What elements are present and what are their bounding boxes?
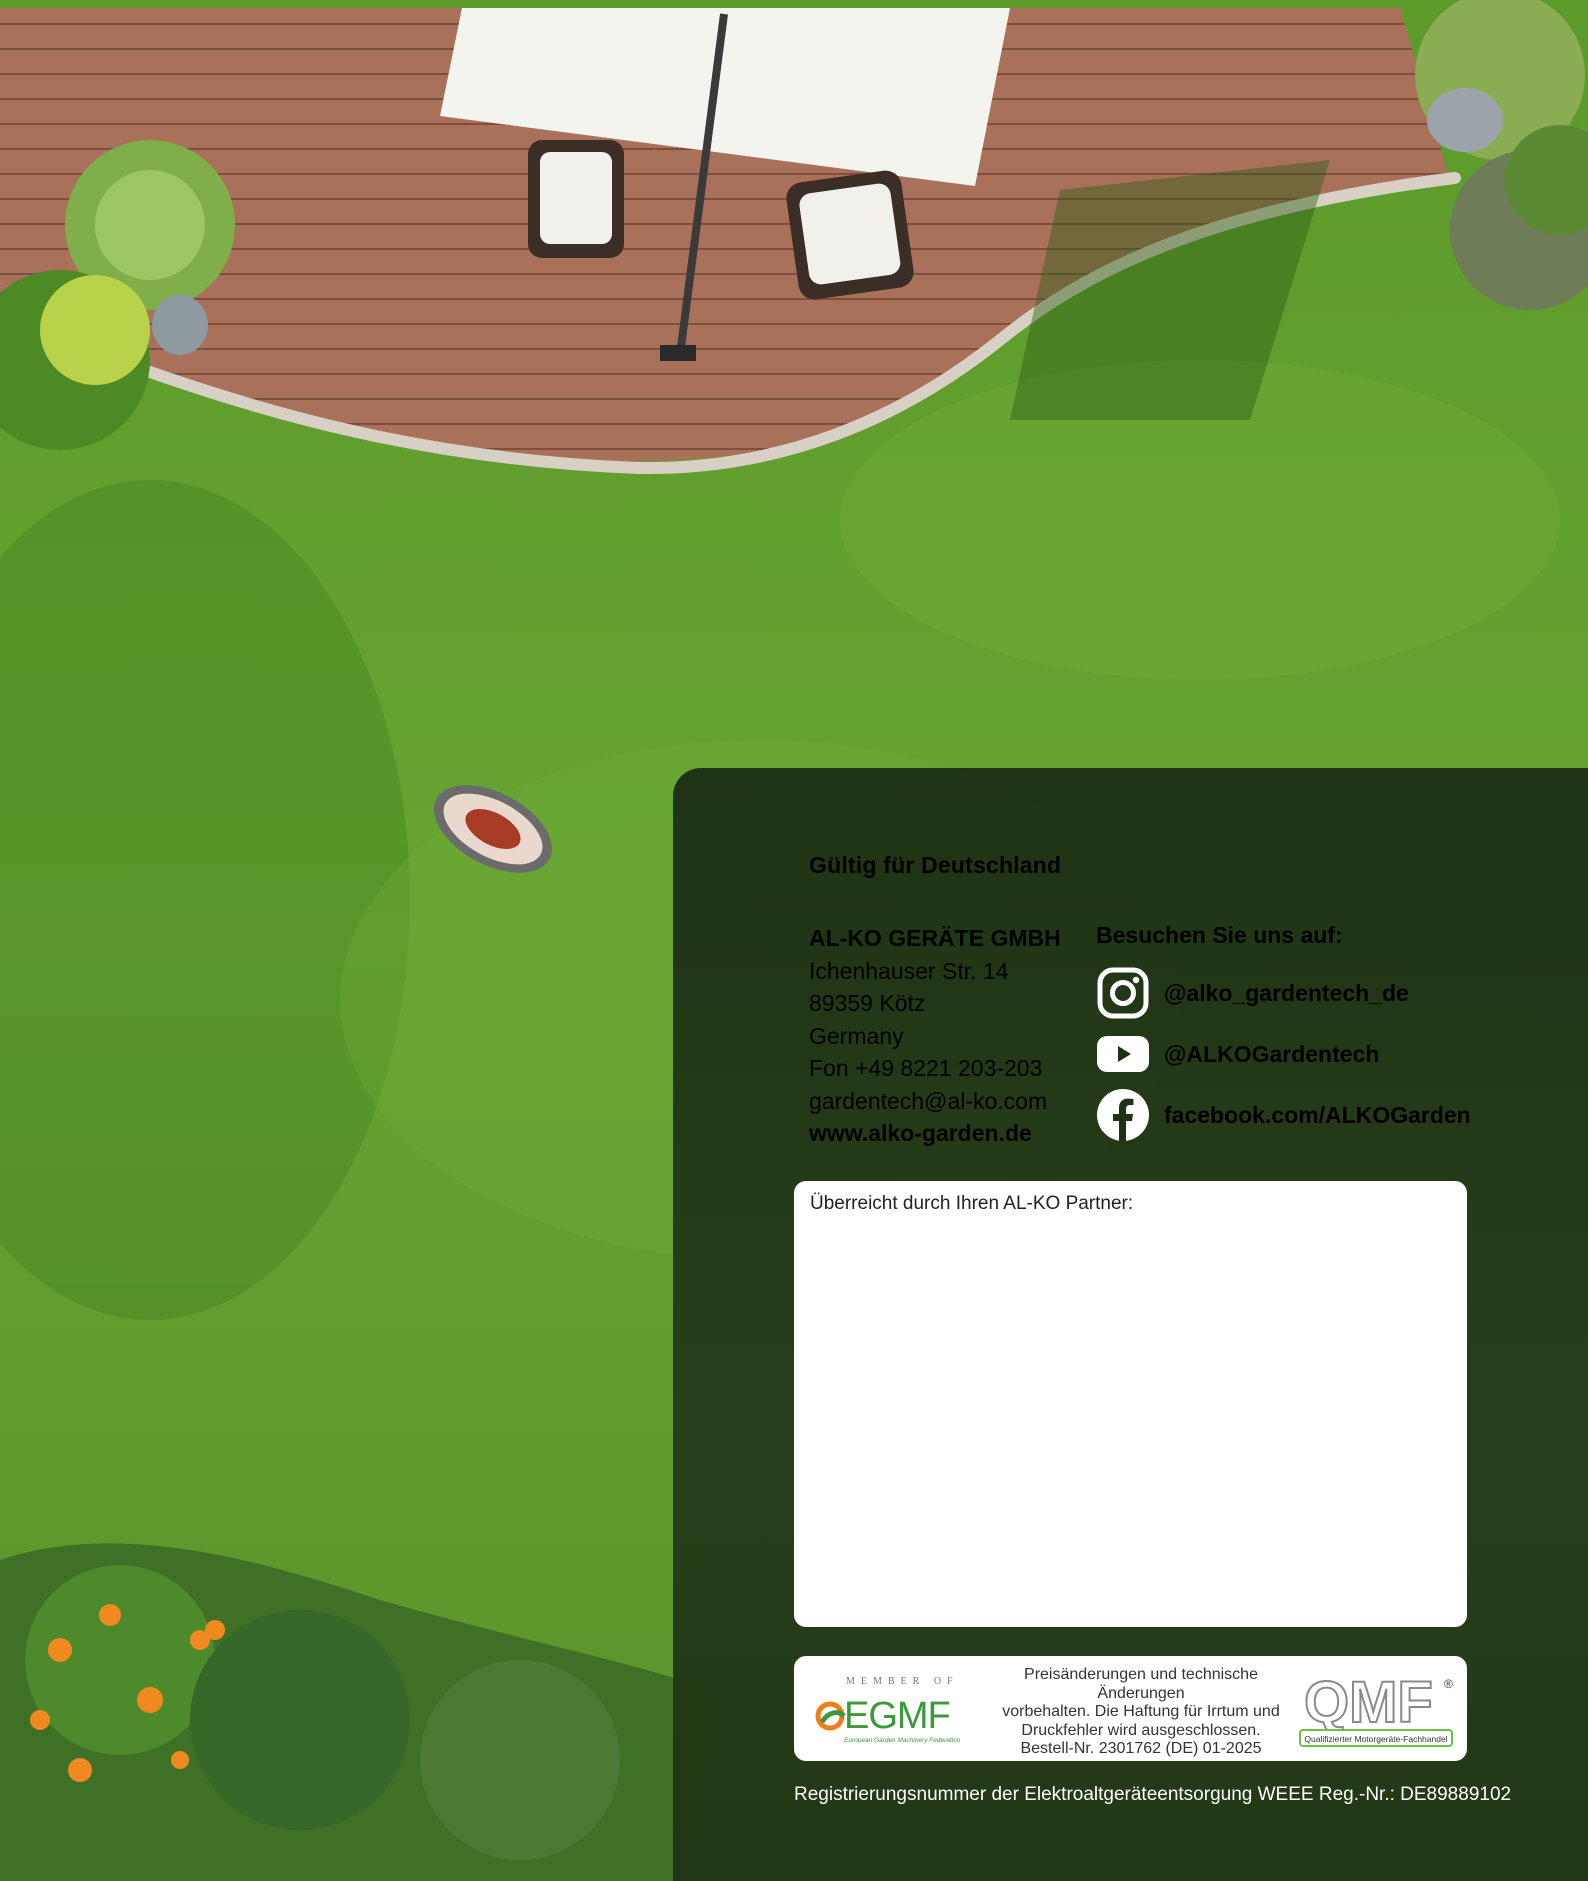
validity-heading: Gültig für Deutschland [809,852,1062,878]
legal-box: MEMBER OF EGMF European Garden Machinery… [794,1656,1467,1761]
egmf-name: EGMF [844,1695,950,1737]
company-name: AL-KO GERÄTE GMBH [809,925,1061,951]
youtube-icon [1096,1027,1150,1081]
facebook-handle: facebook.com/ALKOGarden [1164,1101,1471,1128]
egmf-tagline: European Garden Machinery Federation [844,1737,961,1744]
order-number: Bestell-Nr. 2301762 (DE) 01-2025 [1020,1740,1262,1757]
company-city: 89359 Kötz [809,990,926,1016]
company-address: AL-KO GERÄTE GMBH Ichenhauser Str. 14 89… [809,922,1061,1150]
weee-registration: Registrierungsnummer der Elektroaltgerät… [794,1784,1512,1805]
company-website[interactable]: www.alko-garden.de [809,1117,1061,1150]
legal-disclaimer: Preisänderungen und technische Änderunge… [980,1666,1302,1759]
youtube-handle: @ALKOGardentech [1164,1040,1380,1067]
egmf-logo: EGMF European Garden Machinery Federatio… [815,1695,961,1744]
qmf-tagline: Qualifizierter Motorgeräte-Fachhandel [1304,1734,1447,1744]
legal-line: Druckfehler wird ausgeschlossen. [1021,1721,1261,1739]
partner-label: Überreicht durch Ihren AL-KO Partner: [810,1193,1134,1214]
company-country: Germany [809,1022,904,1049]
social-instagram[interactable]: @alko_gardentech_de [1096,966,1409,1020]
instagram-icon [1096,966,1150,1020]
instagram-handle: @alko_gardentech_de [1164,979,1409,1006]
social-facebook[interactable]: facebook.com/ALKOGarden [1096,1088,1471,1142]
legal-line: vorbehalten. Die Haftung für Irrtum und [1002,1703,1280,1720]
company-street: Ichenhauser Str. 14 [809,957,1009,984]
social-youtube[interactable]: @ALKOGardentech [1096,1027,1379,1081]
social-heading: Besuchen Sie uns auf: [1096,922,1343,948]
qmf-logo: QMF ® Qualifizierter Motorgeräte-Fachhan… [1299,1669,1453,1747]
qmf-name: QMF [1304,1670,1433,1735]
company-phone: Fon +49 8221 203-203 [809,1055,1043,1081]
partner-stamp-box: Überreicht durch Ihren AL-KO Partner: [794,1181,1467,1627]
legal-line: Preisänderungen und technische Änderunge… [1024,1666,1258,1702]
company-email[interactable]: gardentech@al-ko.com [809,1085,1061,1118]
facebook-icon [1096,1088,1150,1142]
svg-text:®: ® [1444,1677,1453,1691]
